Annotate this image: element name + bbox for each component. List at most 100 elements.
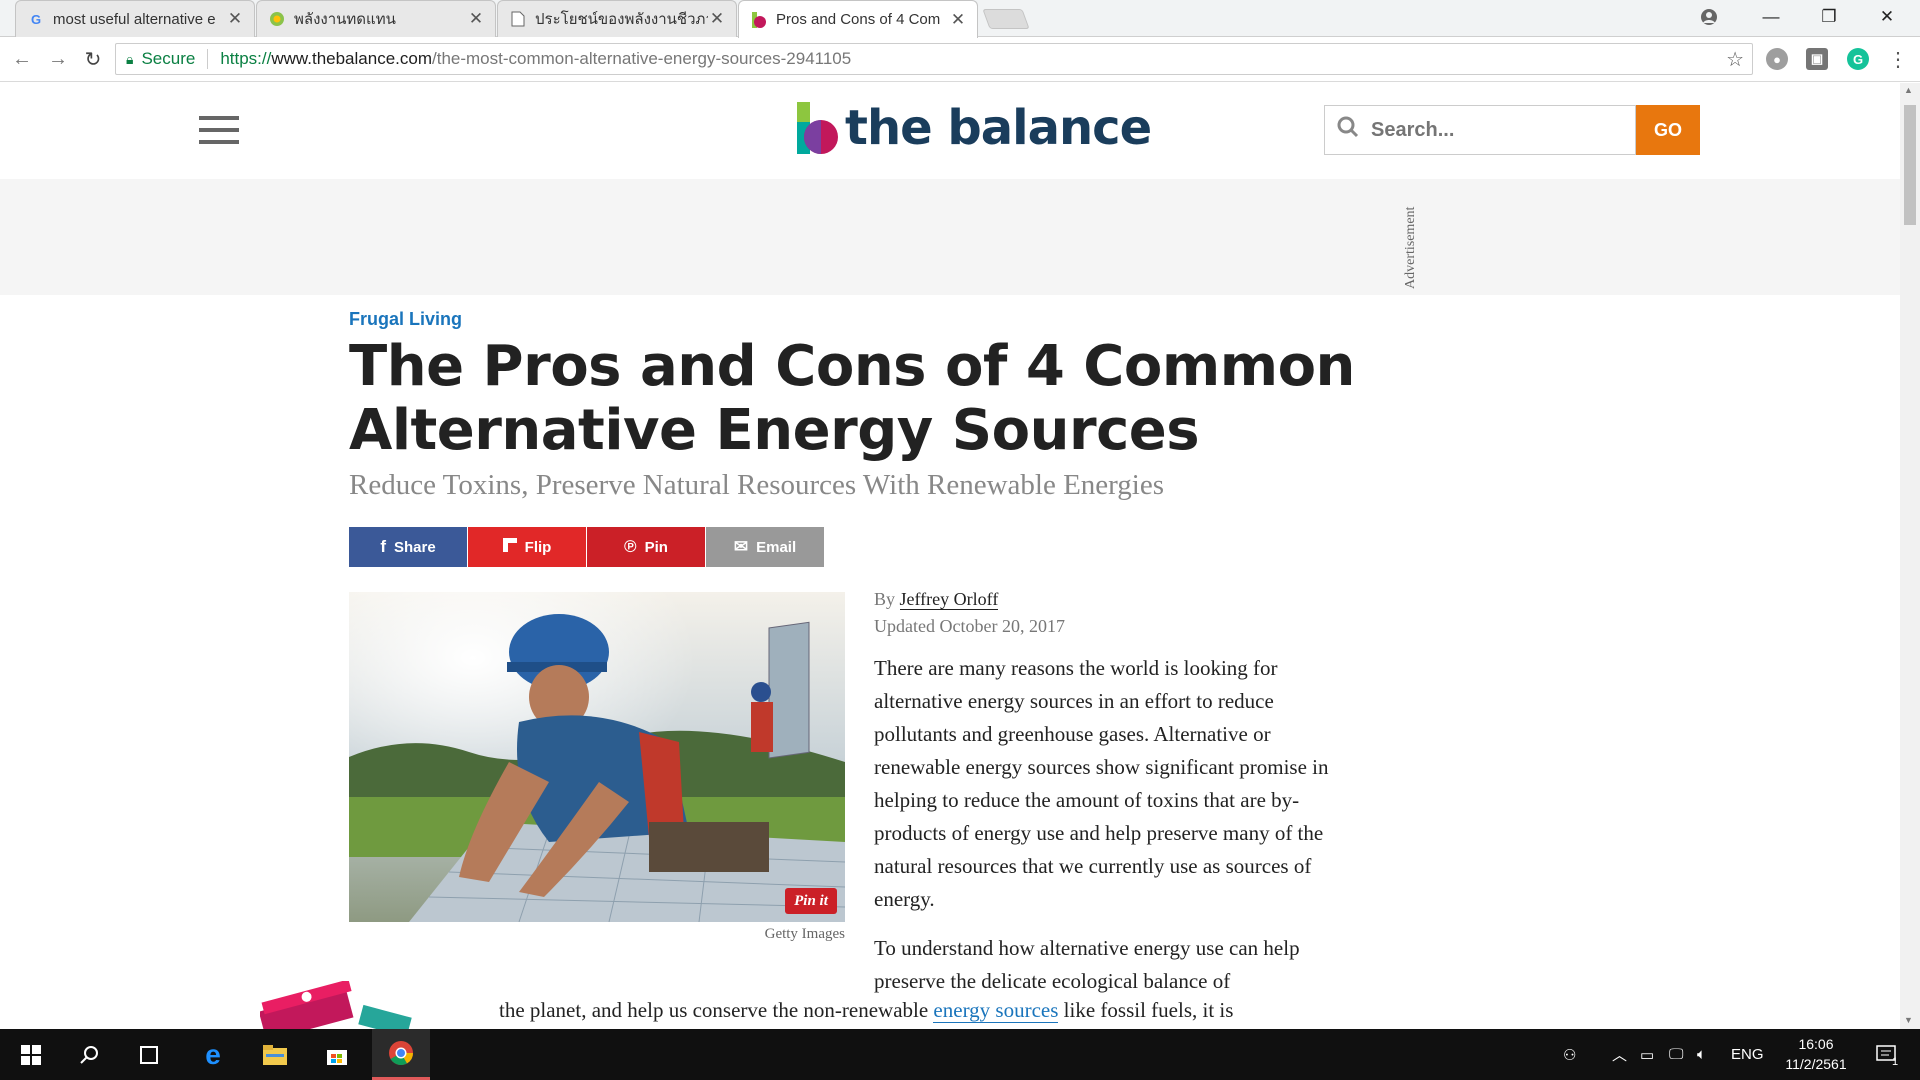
- article-subtitle: Reduce Toxins, Preserve Natural Resource…: [349, 469, 1165, 501]
- pin-label: Pin: [644, 538, 668, 556]
- pinterest-icon: ℗: [624, 537, 637, 556]
- close-window-icon[interactable]: ✕: [1858, 0, 1916, 34]
- show-hidden-icons-icon[interactable]: ︿: [1612, 1029, 1627, 1080]
- thai-site-icon: [269, 11, 285, 27]
- email-label: Email: [756, 538, 797, 556]
- share-pinterest-button[interactable]: ℗ Pin: [587, 527, 705, 567]
- paragraph-text: like fossil fuels, it is: [1063, 998, 1234, 1022]
- email-icon: ✉: [733, 537, 749, 556]
- taskbar-clock[interactable]: 16:06 11/2/2561: [1770, 1034, 1862, 1074]
- browser-tab-4[interactable]: Pros and Cons of 4 Com ✕: [738, 0, 978, 38]
- share-email-button[interactable]: ✉ Email: [706, 527, 824, 567]
- new-tab-button[interactable]: [982, 9, 1030, 29]
- share-facebook-button[interactable]: f Share: [349, 527, 467, 567]
- divider: [207, 49, 209, 69]
- tab-title: ประโยชน์ของพลังงานชีวภาพ: [535, 11, 708, 28]
- browser-toolbar: ← → ↻ 🔒︎ Secure https:// www.thebalance.…: [0, 37, 1920, 82]
- extension-icon[interactable]: ●: [1766, 48, 1788, 70]
- clock-date: 11/2/2561: [1785, 1056, 1847, 1072]
- site-logo[interactable]: the balance: [797, 100, 1152, 156]
- scrollbar-thumb[interactable]: [1904, 105, 1916, 225]
- search-input[interactable]: [1371, 118, 1621, 142]
- money-stack-icon: [258, 979, 420, 1029]
- byline: By Jeffrey Orloff Updated October 20, 20…: [874, 586, 1065, 640]
- extension-lock-icon[interactable]: ▣: [1806, 48, 1828, 70]
- network-icon[interactable]: 🖵︎: [1669, 1029, 1683, 1080]
- url-protocol: https://: [220, 49, 272, 68]
- site-search: [1324, 105, 1636, 155]
- article-paragraph-2-continued: the planet, and help us conserve the non…: [499, 998, 1233, 1023]
- grammarly-icon[interactable]: G: [1847, 48, 1869, 70]
- windows-start-icon[interactable]: [6, 1029, 56, 1080]
- task-view-icon[interactable]: [124, 1029, 174, 1080]
- notification-count: 1: [1892, 1055, 1899, 1068]
- close-tab-icon[interactable]: ✕: [708, 9, 726, 29]
- search-icon[interactable]: [64, 1029, 114, 1080]
- language-indicator[interactable]: ENG: [1731, 1029, 1764, 1080]
- battery-icon[interactable]: ▭: [1640, 1029, 1654, 1080]
- secure-label: Secure: [141, 49, 196, 68]
- action-center-icon[interactable]: 1: [1876, 1029, 1898, 1080]
- energy-sources-link[interactable]: energy sources: [933, 998, 1059, 1023]
- paragraph-text: the planet, and help us conserve the non…: [499, 998, 929, 1022]
- browser-tab-2[interactable]: พลังงานทดแทน ✕: [256, 0, 496, 37]
- file-explorer-icon[interactable]: [250, 1029, 300, 1080]
- hamburger-menu-icon[interactable]: [199, 116, 239, 146]
- back-icon[interactable]: ←: [8, 45, 36, 73]
- article-hero-image[interactable]: [349, 592, 845, 922]
- tab-strip: G most useful alternative e ✕ พลังงานทดแ…: [0, 0, 1920, 38]
- windows-taskbar: e ⚇ ︿ ▭ 🖵︎ 🔈︎ ENG 16:06 11/2/2561 1: [0, 1029, 1920, 1080]
- browser-tab-1[interactable]: G most useful alternative e ✕: [15, 0, 255, 37]
- clock-time: 16:06: [1798, 1036, 1834, 1052]
- edge-icon[interactable]: e: [188, 1029, 238, 1080]
- restore-icon[interactable]: ❐: [1800, 0, 1858, 34]
- share-label: Share: [393, 538, 436, 556]
- category-link[interactable]: Frugal Living: [349, 309, 462, 330]
- document-icon: [510, 11, 526, 27]
- web-page: the balance GO Advertisement Frugal Livi…: [0, 83, 1900, 1029]
- search-go-button[interactable]: GO: [1636, 105, 1700, 155]
- share-flipboard-button[interactable]: Flip: [468, 527, 586, 567]
- store-icon[interactable]: [312, 1029, 362, 1080]
- author-link[interactable]: Jeffrey Orloff: [899, 589, 999, 610]
- menu-kebab-icon[interactable]: ⋮: [1884, 45, 1912, 73]
- url-host: www.thebalance.com: [271, 49, 432, 68]
- the-balance-icon: [751, 11, 767, 28]
- facebook-icon: f: [380, 537, 386, 556]
- article-paragraph-1: There are many reasons the world is look…: [874, 656, 1329, 911]
- google-icon: G: [30, 11, 42, 27]
- volume-icon[interactable]: 🔈︎: [1697, 1029, 1706, 1080]
- bookmark-star-icon[interactable]: ☆: [1726, 47, 1744, 72]
- url-path: /the-most-common-alternative-energy-sour…: [432, 49, 852, 68]
- article-title: The Pros and Cons of 4 Common Alternativ…: [349, 334, 1355, 463]
- logo-text: the balance: [845, 100, 1152, 156]
- flipboard-icon: [502, 537, 517, 557]
- pin-it-button[interactable]: Pin it: [785, 888, 837, 914]
- flip-label: Flip: [524, 538, 552, 556]
- updated-date: Updated October 20, 2017: [874, 616, 1065, 636]
- scroll-down-arrow-icon[interactable]: ▼: [1904, 1015, 1913, 1025]
- people-icon[interactable]: ⚇: [1563, 1029, 1576, 1080]
- lock-icon: 🔒︎: [126, 50, 134, 67]
- page-scrollbar[interactable]: ▲ ▼: [1900, 83, 1920, 1029]
- browser-tab-3[interactable]: ประโยชน์ของพลังงานชีวภาพ ✕: [497, 0, 737, 37]
- chrome-icon[interactable]: [372, 1029, 430, 1080]
- minimize-icon[interactable]: —: [1742, 0, 1800, 34]
- tab-title: most useful alternative e: [53, 10, 216, 28]
- search-icon: [1325, 116, 1371, 145]
- forward-icon[interactable]: →: [44, 45, 72, 73]
- by-prefix: By: [874, 589, 896, 609]
- address-bar[interactable]: 🔒︎ Secure https:// www.thebalance.com /t…: [115, 43, 1753, 75]
- reload-icon[interactable]: ↻: [79, 45, 107, 73]
- image-credit: Getty Images: [764, 926, 845, 942]
- advertisement-label: Advertisement: [1403, 206, 1418, 289]
- close-tab-icon[interactable]: ✕: [949, 10, 967, 30]
- tab-title: Pros and Cons of 4 Com: [776, 11, 941, 28]
- close-tab-icon[interactable]: ✕: [467, 9, 485, 29]
- scroll-up-arrow-icon[interactable]: ▲: [1904, 85, 1913, 95]
- article-paragraph-2: To understand how alternative energy use…: [874, 936, 1300, 993]
- the-balance-logo-icon: [797, 102, 838, 154]
- close-tab-icon[interactable]: ✕: [226, 9, 244, 29]
- advertisement-banner: [0, 179, 1900, 295]
- profile-icon[interactable]: [1680, 0, 1738, 34]
